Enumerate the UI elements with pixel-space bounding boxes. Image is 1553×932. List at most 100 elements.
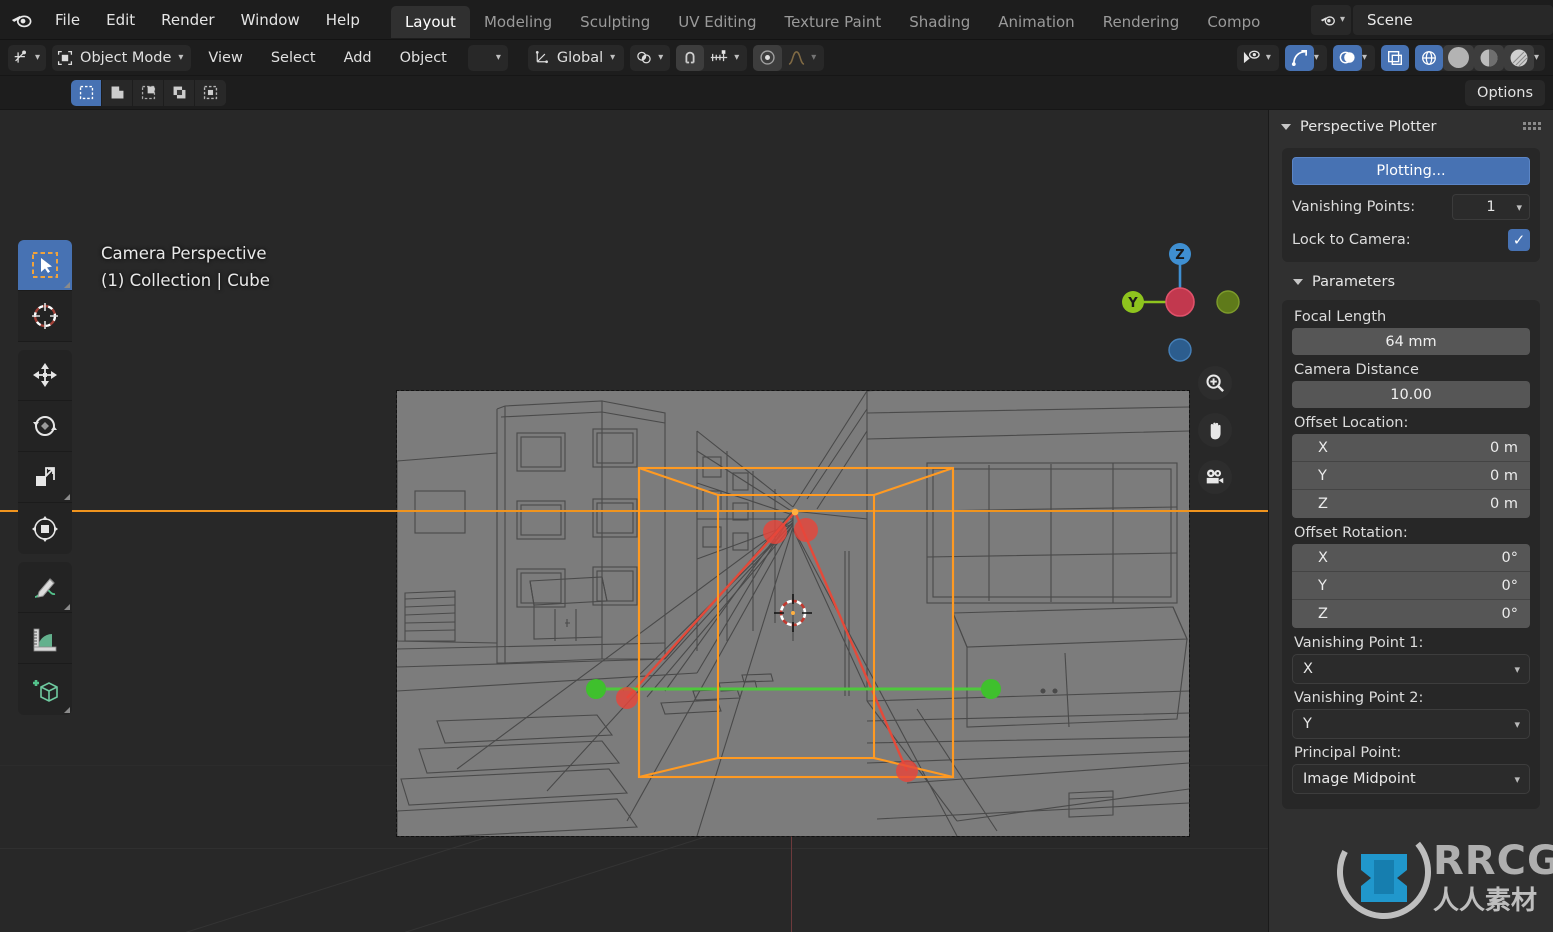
parameters-section-header[interactable]: Parameters <box>1269 262 1553 296</box>
shading-modes[interactable]: ▾ <box>1414 44 1545 71</box>
gizmo-icon[interactable] <box>1284 44 1314 71</box>
drag-grip-icon[interactable] <box>1523 122 1541 132</box>
gizmo-group[interactable]: ▾ <box>1284 44 1327 71</box>
camera-icon[interactable] <box>1198 460 1232 494</box>
camera-distance-label: Camera Distance <box>1294 362 1419 378</box>
tool-scale[interactable] <box>18 452 72 503</box>
vanishing-point-2-dropdown[interactable]: Y ▾ <box>1292 709 1530 739</box>
mode-dropdown[interactable]: ▾ <box>467 44 508 71</box>
interaction-mode-selector[interactable]: Object Mode ▾ <box>52 44 192 71</box>
camera-distance-field[interactable]: 10.00 <box>1292 381 1530 408</box>
offset-rotation-x[interactable]: X 0° <box>1292 544 1530 572</box>
falloff-curve-icon[interactable] <box>782 45 811 71</box>
shading-rendered-icon[interactable] <box>1503 44 1534 71</box>
pan-hand-icon[interactable] <box>1198 413 1232 447</box>
offset-location-y[interactable]: Y 0 m <box>1292 462 1530 490</box>
shading-solid-icon[interactable] <box>1442 44 1474 71</box>
tool-transform[interactable] <box>18 503 72 554</box>
xray-toggle[interactable] <box>1380 44 1409 71</box>
plotting-button[interactable]: Plotting... <box>1292 157 1530 185</box>
tool-tweak-select[interactable] <box>18 240 72 291</box>
shading-wireframe-icon[interactable] <box>1414 44 1443 71</box>
tool-move[interactable] <box>18 350 72 401</box>
shading-material-icon[interactable] <box>1473 44 1504 71</box>
snap-increment-icon[interactable] <box>704 45 734 71</box>
transform-orientation-selector[interactable]: Global ▾ <box>527 44 625 71</box>
snapping-group[interactable]: ▾ <box>676 44 748 71</box>
snap-magnet-icon[interactable] <box>676 44 705 71</box>
pivot-point-selector[interactable]: ▾ <box>630 44 671 71</box>
offset-location-z[interactable]: Z 0 m <box>1292 490 1530 518</box>
select-mode-extend[interactable] <box>102 79 133 106</box>
lock-to-camera-checkbox[interactable]: ✓ <box>1508 229 1530 251</box>
workspace-tab-sculpting[interactable]: Sculpting <box>566 6 664 38</box>
vanishing-point-1-label: Vanishing Point 1: <box>1294 635 1424 651</box>
parameters-box: Focal Length 64 mm Camera Distance 10.00… <box>1282 300 1540 809</box>
object-menu[interactable]: Object <box>389 46 458 70</box>
object-type-visibility[interactable]: ▾ <box>1236 44 1279 71</box>
workspace-tab-layout[interactable]: Layout <box>390 6 470 38</box>
top-menu-bar: File Edit Render Window Help Layout Mode… <box>0 0 1553 40</box>
menu-edit[interactable]: Edit <box>93 7 148 33</box>
tool-add-cube[interactable] <box>18 664 72 715</box>
vanishing-points-dropdown[interactable]: 1 ▾ <box>1452 194 1530 220</box>
proportional-edit-group[interactable]: ▾ <box>753 44 825 71</box>
select-mode-set[interactable] <box>71 79 102 106</box>
tool-measure[interactable] <box>18 613 72 664</box>
select-mode-subtract[interactable] <box>133 79 164 106</box>
view-menu[interactable]: View <box>197 46 253 70</box>
offset-location-x[interactable]: X 0 m <box>1292 434 1530 462</box>
axis-label: X <box>1318 439 1328 456</box>
viewport-info-overlay: Camera Perspective (1) Collection | Cube <box>101 240 270 294</box>
workspace-tab-rendering[interactable]: Rendering <box>1089 6 1194 38</box>
principal-point-dropdown[interactable]: Image Midpoint ▾ <box>1292 764 1530 794</box>
offset-rotation-z[interactable]: Z 0° <box>1292 600 1530 628</box>
vanishing-points-label: Vanishing Points: <box>1292 199 1416 215</box>
scene-name-field[interactable]: Scene <box>1353 5 1553 35</box>
workspace-tabs: Layout Modeling Sculpting UV Editing Tex… <box>390 0 1274 39</box>
xray-toggle-icon[interactable] <box>1380 44 1409 71</box>
panel-header-perspective-plotter[interactable]: Perspective Plotter <box>1269 110 1553 144</box>
chevron-down-icon: ▾ <box>734 51 740 63</box>
select-menu[interactable]: Select <box>260 46 327 70</box>
interaction-mode-label: Object Mode <box>80 49 172 66</box>
tool-cursor[interactable] <box>18 291 72 342</box>
workspace-tab-compositing[interactable]: Compo <box>1193 6 1274 38</box>
workspace-tab-shading[interactable]: Shading <box>895 6 984 38</box>
chevron-down-icon[interactable] <box>1293 279 1303 285</box>
options-button[interactable]: Options <box>1465 80 1545 106</box>
tool-rotate[interactable] <box>18 401 72 452</box>
tool-annotate[interactable] <box>18 562 72 613</box>
workspace-tab-texture-paint[interactable]: Texture Paint <box>770 6 895 38</box>
blender-logo-icon[interactable] <box>0 9 42 31</box>
object-type-visibility-icon[interactable] <box>1237 45 1266 71</box>
select-mode-group <box>71 79 226 106</box>
workspace-tab-modeling[interactable]: Modeling <box>470 6 566 38</box>
editor-type-icon[interactable] <box>8 45 35 71</box>
vanishing-point-1-dropdown[interactable]: X ▾ <box>1292 654 1530 684</box>
menu-help[interactable]: Help <box>313 7 373 33</box>
axis-value: 0° <box>1501 606 1518 622</box>
chevron-down-icon[interactable] <box>1281 124 1291 130</box>
select-mode-invert[interactable] <box>164 79 195 106</box>
3d-viewport[interactable]: Camera Perspective (1) Collection | Cube <box>0 110 1268 932</box>
workspace-tab-animation[interactable]: Animation <box>984 6 1088 38</box>
offset-rotation-y[interactable]: Y 0° <box>1292 572 1530 600</box>
menu-window[interactable]: Window <box>228 7 313 33</box>
overlays-group[interactable]: ▾ <box>1332 44 1375 71</box>
navigation-gizmo[interactable]: Z Y <box>1118 238 1246 366</box>
vanishing-points-value: 1 <box>1486 199 1496 215</box>
editor-type-selector[interactable]: ▾ <box>8 44 47 71</box>
proportional-edit-icon[interactable] <box>753 44 783 71</box>
overlays-icon[interactable] <box>1332 44 1362 71</box>
sidebar-panel: Perspective Plotter Plotting... Vanishin… <box>1268 110 1553 932</box>
street-perspective-line-drawing <box>397 391 1189 836</box>
scene-icon[interactable]: ▾ <box>1310 5 1351 35</box>
add-menu[interactable]: Add <box>333 46 383 70</box>
workspace-tab-uv-editing[interactable]: UV Editing <box>664 6 770 38</box>
zoom-icon[interactable] <box>1198 366 1232 400</box>
menu-file[interactable]: File <box>42 7 93 33</box>
select-mode-intersect[interactable] <box>195 79 226 106</box>
menu-render[interactable]: Render <box>148 7 227 33</box>
focal-length-field[interactable]: 64 mm <box>1292 328 1530 355</box>
